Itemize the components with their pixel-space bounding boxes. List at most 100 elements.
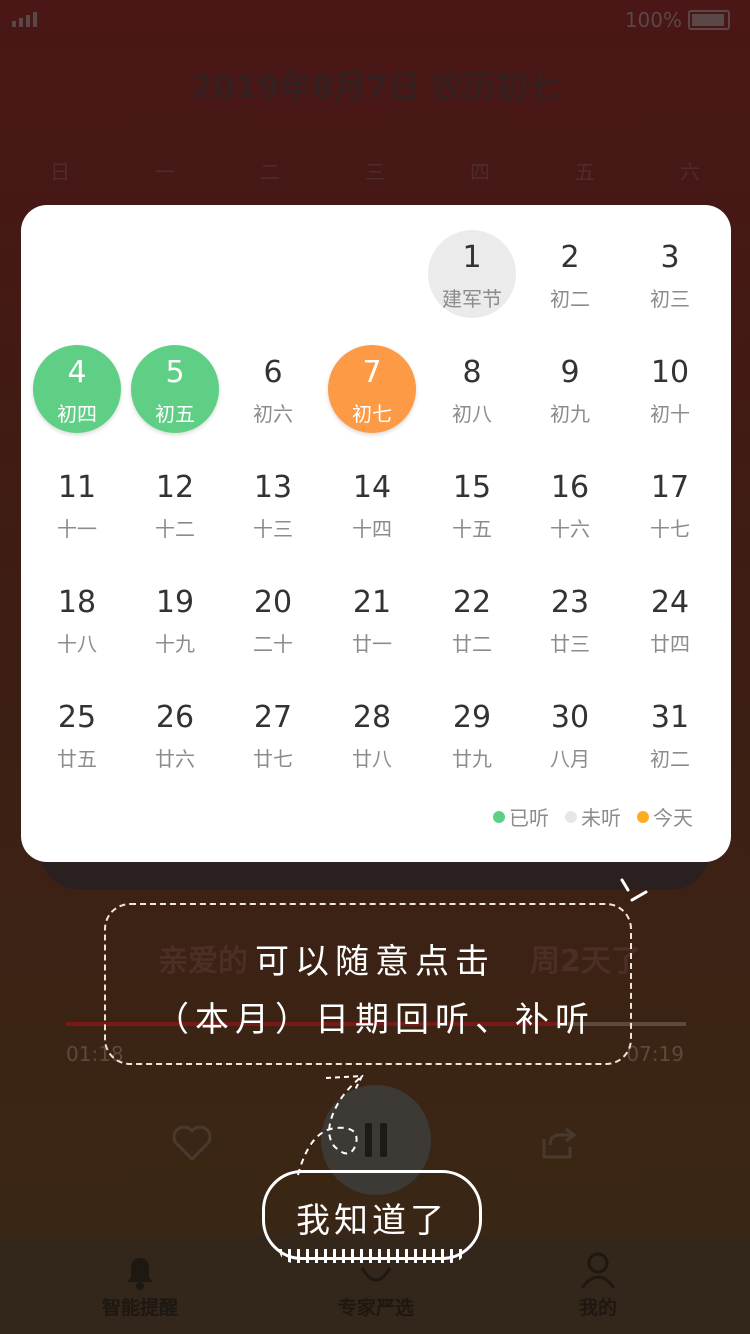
calendar-day-3[interactable]: 3 初三 [626,230,714,318]
day-number: 28 [352,700,392,735]
day-number: 13 [253,470,293,505]
day-number: 21 [352,585,392,620]
lunar-date: 廿九 [452,747,492,771]
weekday-label: 一 [155,160,175,184]
lunar-date: 初五 [155,402,195,426]
lunar-date: 初九 [550,402,590,426]
calendar-day-13[interactable]: 13 十三 [229,460,317,548]
battery-percentage: 100% [624,8,682,32]
day-number: 25 [57,700,97,735]
calendar-day-23[interactable]: 23 廿三 [526,575,614,663]
calendar-day-4[interactable]: 4 初四 [33,345,121,433]
calendar-day-12[interactable]: 12 十二 [131,460,219,548]
day-number: 31 [650,700,690,735]
tab-smart-reminder[interactable]: 智能提醒 [60,1236,220,1334]
calendar-day-14[interactable]: 14 十四 [328,460,416,548]
calendar-day-30[interactable]: 30 八月 [526,690,614,778]
calendar-day-17[interactable]: 17 十七 [626,460,714,548]
tab-label: 专家严选 [337,1297,414,1319]
lunar-date: 廿五 [57,747,97,771]
calendar-card: 1 建军节 2 初二 3 初三 4 初四 5 初五 6 初六 7 初七 8 初八 9 初九 10 初十 11 十一 12 十二… [21,205,731,862]
day-number: 12 [155,470,195,505]
lunar-date: 十三 [253,517,293,541]
button-hatch-decoration [279,1249,465,1263]
lunar-date: 建军节 [442,287,502,311]
tab-label: 我的 [578,1297,617,1319]
calendar-day-29[interactable]: 29 廿九 [428,690,516,778]
calendar-day-31[interactable]: 31 初二 [626,690,714,778]
lunar-date: 初二 [550,287,590,311]
lunar-date: 十二 [155,517,195,541]
signal-icon [12,12,37,27]
day-number: 5 [165,355,185,390]
calendar-day-21[interactable]: 21 廿一 [328,575,416,663]
lunar-date: 初三 [650,287,690,311]
calendar-day-28[interactable]: 28 廿八 [328,690,416,778]
calendar-day-26[interactable]: 26 廿六 [131,690,219,778]
weekday-label: 日 [50,160,70,184]
legend-item: 今天 [637,802,693,831]
lunar-date: 初十 [650,402,690,426]
calendar-day-27[interactable]: 27 廿七 [229,690,317,778]
day-number: 17 [650,470,690,505]
heart-icon[interactable] [172,1125,212,1165]
calendar-day-18[interactable]: 18 十八 [33,575,121,663]
day-number: 23 [550,585,590,620]
calendar-day-25[interactable]: 25 廿五 [33,690,121,778]
lunar-date: 初六 [253,402,293,426]
day-number: 6 [263,355,283,390]
calendar-day-2[interactable]: 2 初二 [526,230,614,318]
guide-line-2: （本月）日期回听、补听 [155,1000,595,1040]
calendar-day-5[interactable]: 5 初五 [131,345,219,433]
calendar-day-6[interactable]: 6 初六 [229,345,317,433]
day-number: 20 [253,585,293,620]
calendar-day-20[interactable]: 20 二十 [229,575,317,663]
guide-line-1: 可以随意点击 [255,942,495,982]
calendar-day-7[interactable]: 7 初七 [328,345,416,433]
day-number: 4 [67,355,87,390]
day-number: 11 [57,470,97,505]
lunar-date: 八月 [550,747,590,771]
day-number: 2 [560,240,580,275]
tab-mine[interactable]: 我的 [518,1236,678,1334]
calendar-day-10[interactable]: 10 初十 [626,345,714,433]
day-number: 3 [660,240,680,275]
battery-icon [688,10,730,30]
lunar-date: 廿一 [352,632,392,656]
calendar-day-16[interactable]: 16 十六 [526,460,614,548]
legend-label: 未听 [581,806,621,830]
calendar-day-11[interactable]: 11 十一 [33,460,121,548]
weekday-label: 三 [365,160,385,184]
day-number: 14 [352,470,392,505]
got-it-button[interactable]: 我知道了 [262,1170,482,1263]
day-number: 10 [650,355,690,390]
lunar-date: 廿八 [352,747,392,771]
weekday-label: 二 [260,160,280,184]
calendar-day-15[interactable]: 15 十五 [428,460,516,548]
bell-icon [128,1258,152,1290]
calendar-day-22[interactable]: 22 廿二 [428,575,516,663]
lunar-date: 十一 [57,517,97,541]
lunar-date: 初七 [352,402,392,426]
day-number: 8 [462,355,482,390]
weekday-label: 四 [470,160,490,184]
lunar-date: 初二 [650,747,690,771]
calendar-day-19[interactable]: 19 十九 [131,575,219,663]
share-icon[interactable] [540,1125,578,1165]
day-number: 22 [452,585,492,620]
day-number: 15 [452,470,492,505]
calendar-day-9[interactable]: 9 初九 [526,345,614,433]
calendar-day-8[interactable]: 8 初八 [428,345,516,433]
day-number: 29 [452,700,492,735]
legend: 已听 未听 今天 [493,802,693,831]
lunar-date: 廿二 [452,632,492,656]
legend-dot-icon [565,810,577,823]
total-time: 07:19 [626,1042,684,1066]
lunar-date: 十九 [155,632,195,656]
day-number: 1 [462,240,482,275]
calendar-day-1[interactable]: 1 建军节 [428,230,516,318]
calendar-day-24[interactable]: 24 廿四 [626,575,714,663]
tab-label: 智能提醒 [101,1297,178,1319]
day-number: 18 [57,585,97,620]
status-bar: 100% [0,0,750,40]
